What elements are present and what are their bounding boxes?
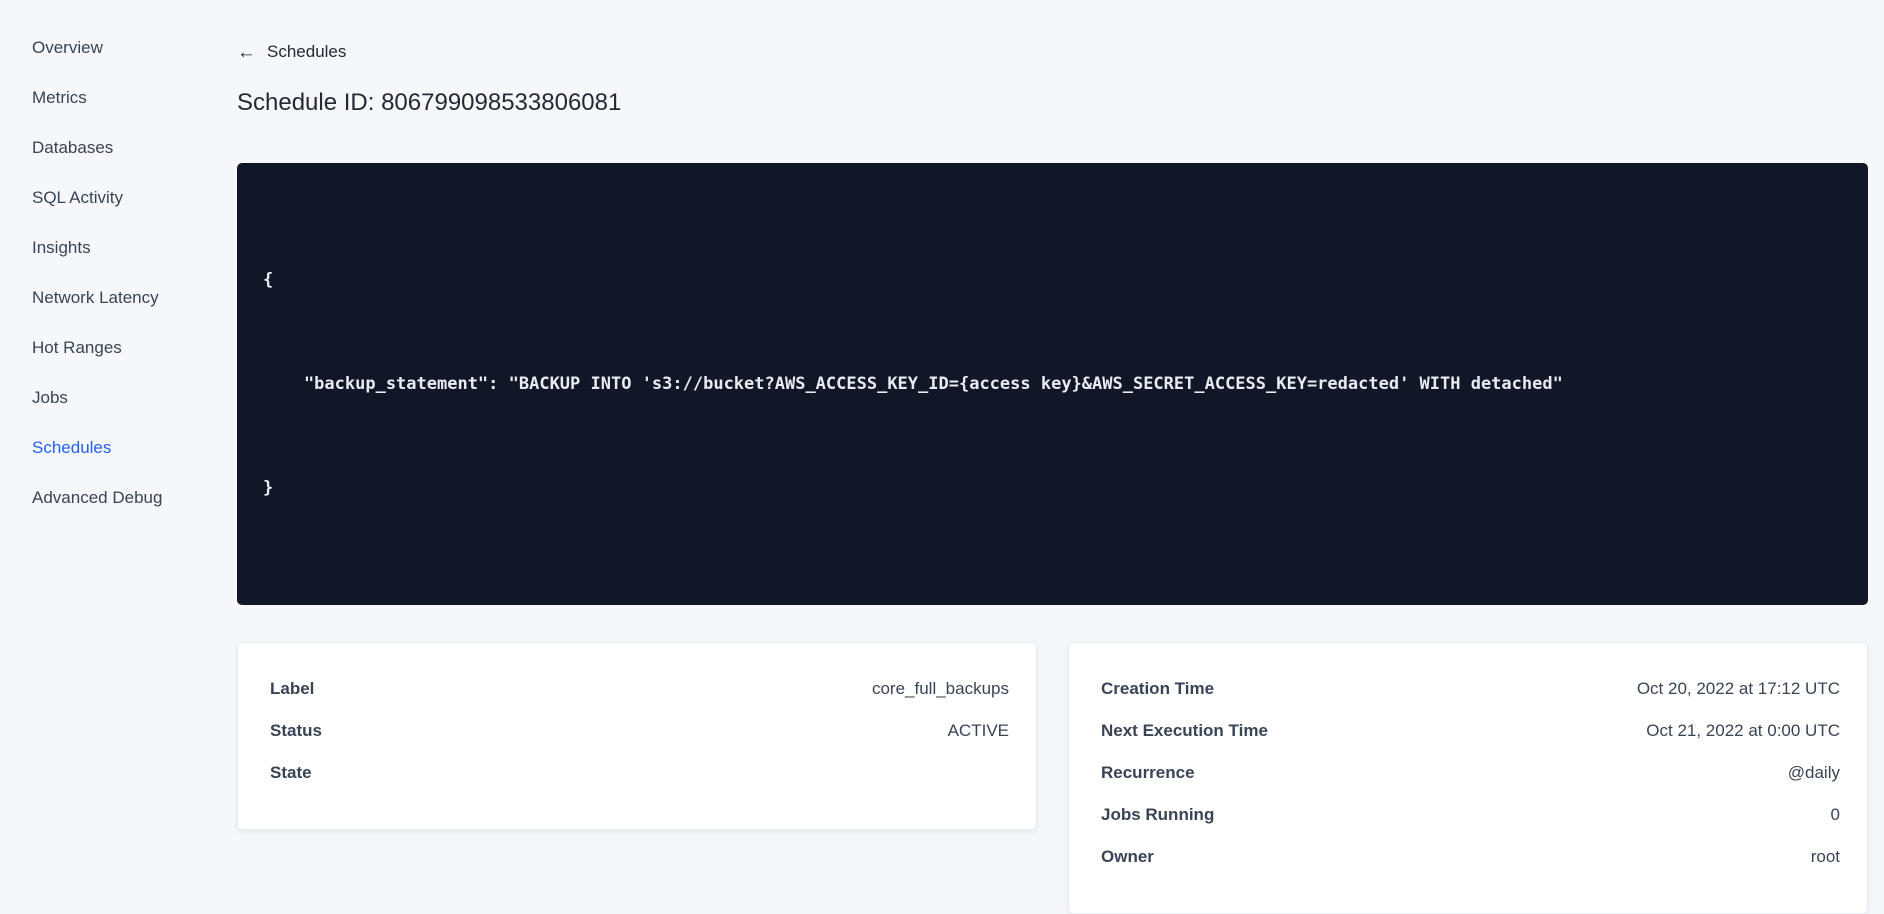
schedule-detail-card: Label core_full_backups Status ACTIVE St… [237,642,1037,830]
timing-card-row: Creation Time Oct 20, 2022 at 17:12 UTC [1101,668,1840,710]
detail-card-row: State [270,752,1009,794]
row-label: Jobs Running [1101,805,1215,824]
left-arrow-icon: ← [237,41,256,63]
sidebar-item[interactable]: SQL Activity [32,173,205,223]
sidebar-item-label: Metrics [32,88,87,107]
sidebar-item-label: Jobs [32,388,68,407]
detail-card-row: Status ACTIVE [270,710,1009,752]
sidebar-item[interactable]: Hot Ranges [32,323,205,373]
detail-card-row: Label core_full_backups [270,668,1009,710]
sidebar-item-label: Databases [32,138,114,157]
row-value: Oct 20, 2022 at 17:12 UTC [1636,679,1840,698]
sidebar-item[interactable]: Schedules [32,423,205,473]
row-label: Next Execution Time [1101,721,1268,740]
sidebar-item[interactable]: Databases [32,123,205,173]
row-value: Oct 21, 2022 at 0:00 UTC [1646,721,1840,740]
sidebar-item[interactable]: Metrics [32,73,205,123]
row-label: State [270,763,312,782]
sidebar-item[interactable]: Jobs [32,373,205,423]
sidebar-item-label: Overview [32,38,103,57]
back-link-label: Schedules [267,42,347,61]
sidebar-item-label: Insights [32,238,91,257]
sidebar-item-label: Hot Ranges [32,338,122,357]
sidebar-item[interactable]: Network Latency [32,273,205,323]
sidebar-item[interactable]: Advanced Debug [32,473,205,523]
app-root: Overview Metrics Databases SQL Activity … [0,0,1884,914]
row-label: Creation Time [1101,679,1215,698]
sidebar-item[interactable]: Overview [32,23,205,73]
row-value: ACTIVE [947,721,1009,740]
code-line: } [263,478,274,498]
page-title: Schedule ID: 806799098533806081 [237,89,622,116]
row-value: core_full_backups [871,679,1009,698]
sidebar-item-label: Advanced Debug [32,488,163,507]
sidebar-item[interactable]: Insights [32,223,205,273]
timing-card-row: Jobs Running 0 [1101,794,1840,836]
row-label: Owner [1101,847,1154,866]
back-to-schedules-link[interactable]: ← Schedules [237,40,346,64]
row-value: 0 [1830,805,1840,824]
backup-statement-code-block: { "backup_statement": "BACKUP INTO 's3:/… [237,163,1868,605]
sidebar-nav: Overview Metrics Databases SQL Activity … [0,0,205,613]
sidebar-item-label: SQL Activity [32,188,124,207]
row-label: Recurrence [1101,763,1195,782]
row-label: Status [270,721,322,740]
code-line: "backup_statement": "BACKUP INTO 's3://b… [263,374,1563,394]
main-content: ← Schedules Schedule ID: 806799098533806… [205,0,1884,914]
row-value: root [1810,847,1840,866]
sidebar-item-label: Network Latency [32,288,159,307]
row-label: Label [270,679,315,698]
timing-card-row: Owner root [1101,836,1840,878]
row-value: @daily [1787,763,1840,782]
summary-cards-row: Label core_full_backups Status ACTIVE St… [237,642,1868,914]
code-line: { [263,270,274,290]
timing-card-row: Recurrence @daily [1101,752,1840,794]
timing-card-row: Next Execution Time Oct 21, 2022 at 0:00… [1101,710,1840,752]
sidebar-item-label: Schedules [32,438,112,457]
schedule-timing-card: Creation Time Oct 20, 2022 at 17:12 UTC … [1068,642,1868,914]
